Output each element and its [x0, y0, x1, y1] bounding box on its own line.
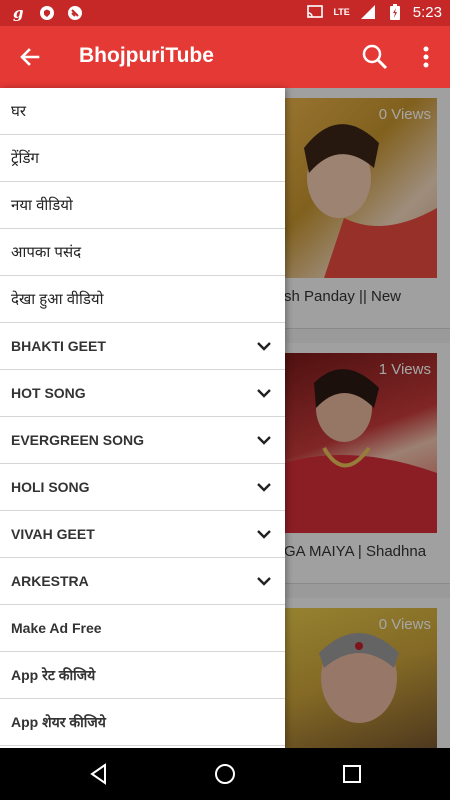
drawer-item-make-ad-free[interactable]: Make Ad Free: [0, 605, 285, 652]
app-bar: BhojpuriTube: [0, 26, 450, 88]
shield-icon: [38, 4, 56, 22]
nav-back-icon[interactable]: [87, 762, 111, 786]
drawer-item-label: EVERGREEN SONG: [11, 432, 145, 448]
drawer-item-favorites[interactable]: आपका पसंद: [0, 229, 285, 276]
chevron-down-icon: [257, 389, 271, 398]
app-title: BhojpuriTube: [79, 44, 214, 67]
battery-icon: [386, 3, 404, 21]
drawer-item-new-video[interactable]: नया वीडियो: [0, 182, 285, 229]
cast-icon: [306, 3, 324, 21]
drawer-item-arkestra[interactable]: ARKESTRA: [0, 558, 285, 605]
chevron-down-icon: [257, 436, 271, 445]
drawer-item-label: HOLI SONG: [11, 479, 90, 495]
more-vert-icon[interactable]: [414, 42, 438, 72]
status-bar: g LTE 5:23: [0, 0, 450, 26]
drawer-item-evergreen-song[interactable]: EVERGREEN SONG: [0, 417, 285, 464]
nav-recents-icon[interactable]: [340, 762, 364, 786]
drawer-item-label: App रेट कीजिये: [11, 666, 96, 683]
g-icon: g: [10, 4, 28, 22]
status-time: 5:23: [412, 3, 442, 21]
lte-label: LTE: [333, 7, 350, 17]
drawer-item-bhakti-geet[interactable]: BHAKTI GEET: [0, 323, 285, 370]
drawer-item-label: आपका पसंद: [11, 244, 82, 261]
drawer-item-share-app[interactable]: App शेयर कीजिये: [0, 699, 285, 746]
chevron-down-icon: [257, 483, 271, 492]
svg-text:g: g: [13, 5, 24, 21]
signal-icon: [359, 3, 377, 21]
system-nav-bar: [0, 748, 450, 800]
app-icon: [66, 4, 84, 22]
drawer-item-label: VIVAH GEET: [11, 526, 95, 542]
drawer-item-label: ट्रेंडिंग: [11, 150, 39, 167]
chevron-down-icon: [257, 530, 271, 539]
drawer-item-vivah-geet[interactable]: VIVAH GEET: [0, 511, 285, 558]
chevron-down-icon: [257, 577, 271, 586]
arrow-back-icon[interactable]: [14, 41, 46, 73]
drawer-item-label: HOT SONG: [11, 385, 86, 401]
drawer-item-label: Make Ad Free: [11, 620, 102, 636]
navigation-drawer: घर ट्रेंडिंग नया वीडियो आपका पसंद देखा ह…: [0, 88, 285, 748]
drawer-item-label: नया वीडियो: [11, 197, 73, 214]
drawer-item-hot-song[interactable]: HOT SONG: [0, 370, 285, 417]
drawer-item-home[interactable]: घर: [0, 88, 285, 135]
nav-home-icon[interactable]: [213, 762, 237, 786]
chevron-down-icon: [257, 342, 271, 351]
drawer-item-label: घर: [11, 103, 27, 120]
drawer-item-label: BHAKTI GEET: [11, 338, 106, 354]
search-icon[interactable]: [360, 42, 390, 72]
drawer-item-label: ARKESTRA: [11, 573, 89, 589]
drawer-item-label: देखा हुआ वीडियो: [11, 291, 104, 308]
drawer-item-rate-app[interactable]: App रेट कीजिये: [0, 652, 285, 699]
drawer-item-label: App शेयर कीजिये: [11, 713, 106, 730]
drawer-item-trending[interactable]: ट्रेंडिंग: [0, 135, 285, 182]
drawer-item-holi-song[interactable]: HOLI SONG: [0, 464, 285, 511]
drawer-item-watched[interactable]: देखा हुआ वीडियो: [0, 276, 285, 323]
